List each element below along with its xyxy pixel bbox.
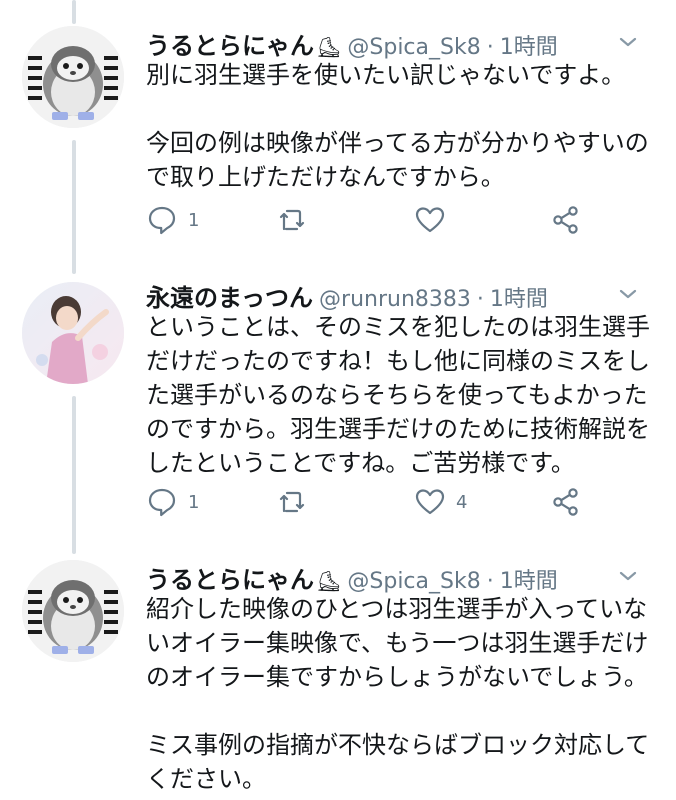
- reply-button[interactable]: 1: [146, 482, 199, 522]
- reply-count: 1: [188, 209, 200, 231]
- share-icon: [553, 206, 578, 234]
- separator: ·: [486, 569, 494, 594]
- user-handle[interactable]: @Spica_Sk8: [347, 35, 480, 60]
- retweet-icon: [279, 209, 305, 231]
- user-handle[interactable]: @Spica_Sk8: [347, 569, 480, 594]
- tweet-text: ということは、そのミスを犯したのは羽生選手 だけだったのですね！もし他に同様のミ…: [146, 313, 650, 477]
- avatar[interactable]: [22, 282, 124, 384]
- penguin-avatar-image: [22, 560, 124, 662]
- skate-badge-icon: ⛸: [316, 569, 342, 593]
- like-button[interactable]: 4: [414, 482, 467, 522]
- display-name[interactable]: うるとらにゃん: [146, 26, 314, 61]
- tweet[interactable]: うるとらにゃん ⛸ @Spica_Sk8 · 1時間 別に羽生選手を使いたい訳じ…: [0, 0, 676, 262]
- avatar[interactable]: [22, 560, 124, 662]
- tweet-text: 紹介した映像のひとつは羽生選手が入っていな いオイラー集映像で、もう一つは羽生選…: [146, 595, 650, 793]
- like-icon: [415, 489, 445, 515]
- tweet-actions: 1: [146, 200, 596, 240]
- display-name[interactable]: 永遠のまっつん: [146, 278, 313, 313]
- tweet-header: うるとらにゃん ⛸ @Spica_Sk8 · 1時間: [146, 560, 656, 595]
- retweet-icon: [279, 491, 305, 513]
- retweet-button[interactable]: [276, 482, 318, 522]
- reply-button[interactable]: 1: [146, 200, 199, 240]
- user-handle[interactable]: @runrun8383: [319, 287, 471, 312]
- skate-badge-icon: ⛸: [316, 35, 342, 59]
- timestamp[interactable]: 1時間: [500, 563, 558, 595]
- tweet-header: 永遠のまっつん @runrun8383 · 1時間: [146, 278, 656, 313]
- chevron-down-icon[interactable]: [616, 30, 640, 54]
- timestamp[interactable]: 1時間: [490, 281, 548, 313]
- reply-icon: [148, 488, 176, 517]
- retweet-button[interactable]: [276, 200, 318, 240]
- penguin-avatar-image: [22, 26, 124, 128]
- share-icon: [553, 488, 578, 516]
- like-button[interactable]: [414, 200, 456, 240]
- reply-count: 1: [188, 491, 200, 513]
- tweet-text: 別に羽生選手を使いたい訳じゃないですよ。 今回の例は映像が伴ってる方が分かりやす…: [146, 61, 649, 191]
- reply-icon: [148, 206, 176, 235]
- timestamp[interactable]: 1時間: [500, 29, 558, 61]
- avatar[interactable]: [22, 26, 124, 128]
- skater-avatar-image: [22, 282, 124, 384]
- display-name[interactable]: うるとらにゃん: [146, 560, 314, 595]
- like-count: 4: [456, 491, 468, 513]
- share-button[interactable]: [550, 200, 582, 240]
- tweet-header: うるとらにゃん ⛸ @Spica_Sk8 · 1時間: [146, 26, 656, 61]
- like-icon: [415, 207, 445, 233]
- chevron-down-icon[interactable]: [616, 564, 640, 588]
- separator: ·: [476, 287, 484, 312]
- tweet[interactable]: うるとらにゃん ⛸ @Spica_Sk8 · 1時間 紹介した映像のひとつは羽生…: [0, 552, 676, 800]
- chevron-down-icon[interactable]: [616, 282, 640, 306]
- share-button[interactable]: [550, 482, 582, 522]
- separator: ·: [486, 35, 494, 60]
- tweet-actions: 1 4: [146, 482, 596, 522]
- tweet[interactable]: 永遠のまっつん @runrun8383 · 1時間 ということは、そのミスを犯し…: [0, 262, 676, 552]
